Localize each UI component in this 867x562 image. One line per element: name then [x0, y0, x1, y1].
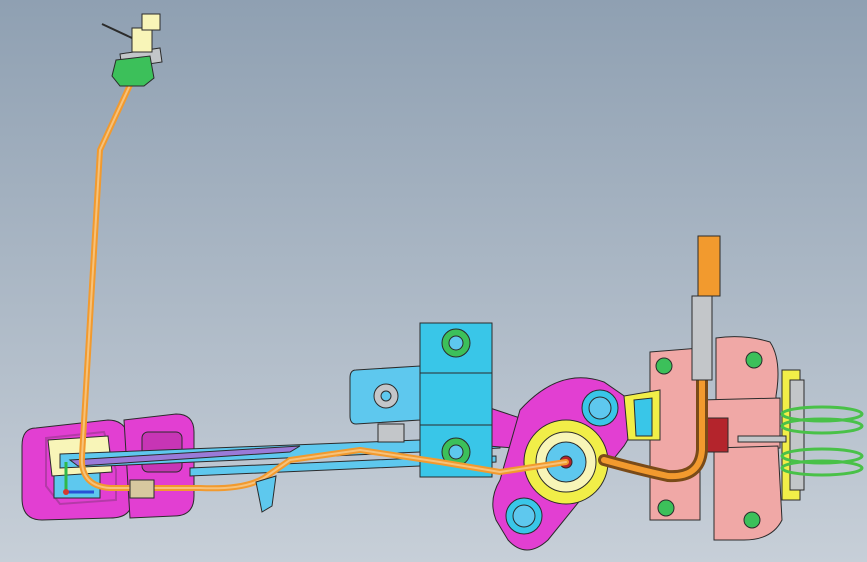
- top-fitting[interactable]: [101, 13, 163, 87]
- cad-viewport[interactable]: [0, 0, 867, 562]
- left-bracket[interactable]: [21, 413, 195, 521]
- assembly-model[interactable]: [0, 0, 867, 562]
